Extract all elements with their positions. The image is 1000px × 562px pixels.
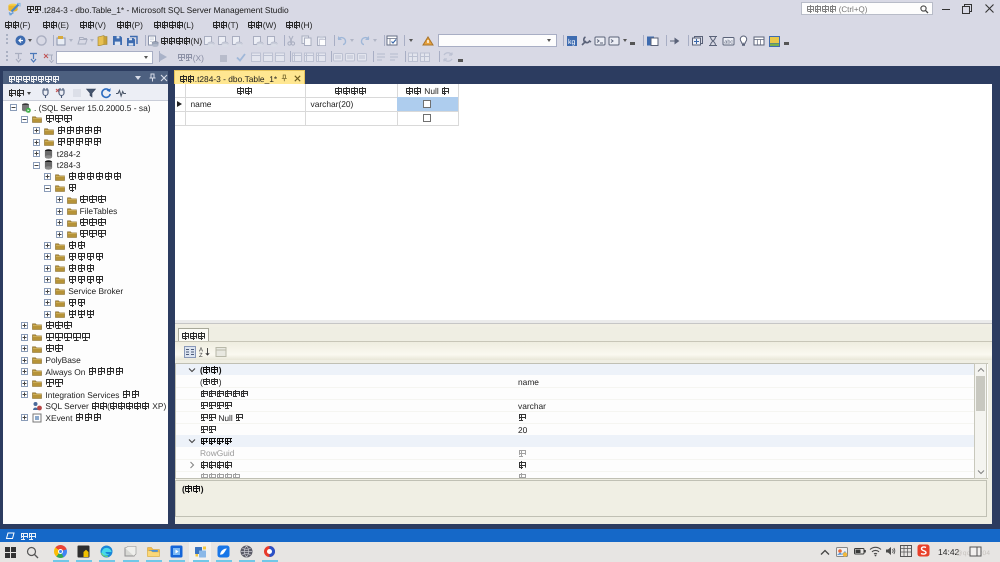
svg-text:Z: Z xyxy=(199,352,203,358)
svg-text:abc: abc xyxy=(724,40,733,46)
svg-text:kg: kg xyxy=(568,38,576,46)
